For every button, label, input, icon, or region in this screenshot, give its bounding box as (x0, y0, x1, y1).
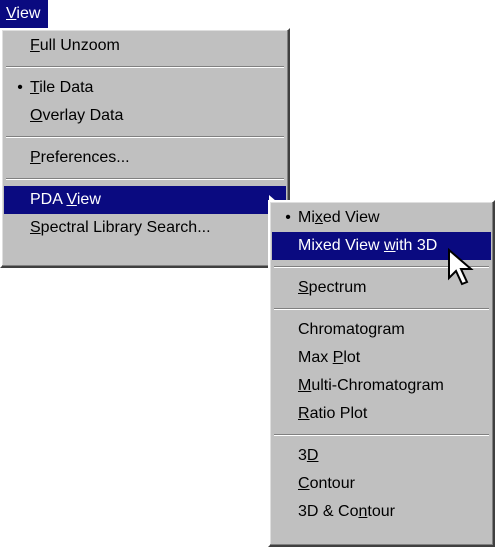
mouse-cursor-icon (448, 248, 474, 286)
menu-item-preferences[interactable]: Preferences... (4, 144, 286, 172)
radio-bullet-icon: • (17, 79, 23, 96)
submenu-item-ratio-plot[interactable]: Ratio Plot (272, 400, 491, 428)
submenu-item-max-plot[interactable]: Max Plot (272, 344, 491, 372)
menu-separator (6, 136, 284, 138)
menubar-view[interactable]: View (0, 0, 48, 28)
menu-item-pda-view[interactable]: PDA View (4, 186, 286, 214)
view-menu: Full Unzoom • Tile Data Overlay Data Pre… (0, 28, 290, 268)
menu-separator (6, 66, 284, 68)
submenu-item-contour[interactable]: Contour (272, 470, 491, 498)
submenu-item-mixed-view[interactable]: • Mixed View (272, 204, 491, 232)
menu-item-full-unzoom[interactable]: Full Unzoom (4, 32, 286, 60)
menu-item-overlay-data[interactable]: Overlay Data (4, 102, 286, 130)
menu-separator (6, 178, 284, 180)
submenu-item-multi-chromatogram[interactable]: Multi-Chromatogram (272, 372, 491, 400)
submenu-item-3d[interactable]: 3D (272, 442, 491, 470)
menu-item-tile-data[interactable]: • Tile Data (4, 74, 286, 102)
menubar-view-label: View (6, 5, 41, 22)
submenu-item-3d-contour[interactable]: 3D & Contour (272, 498, 491, 526)
submenu-item-chromatogram[interactable]: Chromatogram (272, 316, 491, 344)
radio-bullet-icon: • (285, 209, 291, 226)
menu-separator (274, 308, 489, 310)
menu-item-spectral-library-search[interactable]: Spectral Library Search... (4, 214, 286, 242)
menu-separator (274, 434, 489, 436)
